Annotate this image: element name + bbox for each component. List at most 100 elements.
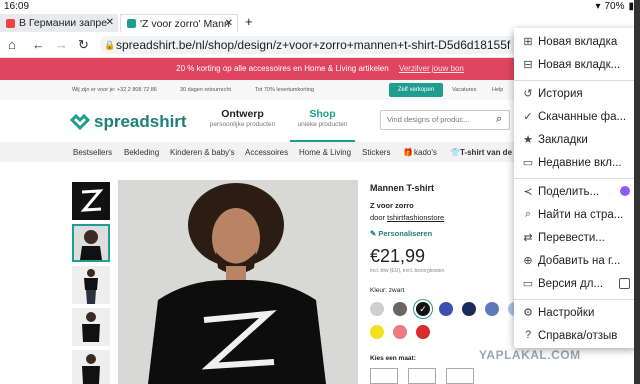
logo-icon — [70, 114, 90, 130]
menu-settings[interactable]: ⚙ Настройки — [514, 302, 636, 325]
cat-bestsellers[interactable]: Bestsellers — [73, 148, 112, 157]
menu-share[interactable]: ≺ Поделить... — [514, 181, 636, 204]
download-check-icon: ✓ — [523, 111, 533, 123]
cat-stickers[interactable]: Stickers — [362, 148, 390, 157]
nav-ontwerp-sub: persoonlijke producten — [209, 121, 276, 128]
home-icon[interactable]: ⌂ — [8, 37, 16, 52]
size-option[interactable] — [446, 368, 474, 384]
menu-history[interactable]: ↺ История — [514, 83, 636, 106]
product-main-image[interactable] — [118, 180, 358, 384]
size-option[interactable] — [408, 368, 436, 384]
checkbox[interactable] — [619, 278, 630, 289]
cat-bekleding[interactable]: Bekleding — [124, 148, 159, 157]
nav-shop[interactable]: Shop unieke producten — [290, 108, 355, 142]
color-swatch[interactable] — [439, 302, 453, 316]
menu-downloads[interactable]: ✓ Скачанные фа... — [514, 106, 636, 129]
menu-find-in-page[interactable]: ⌕ Найти на стра... — [514, 204, 636, 227]
system-edge — [634, 0, 640, 384]
reload-icon[interactable]: ↻ — [78, 37, 89, 53]
close-tab-icon[interactable]: ✕ — [106, 17, 114, 28]
tab-favicon — [6, 18, 15, 28]
thumb-back[interactable] — [72, 350, 110, 384]
lock-icon: 🔒 — [104, 40, 116, 50]
tab-title: 'Z voor zorro' Mann — [140, 17, 230, 30]
menu-label: Закладки — [538, 134, 588, 146]
tab-2[interactable]: 'Z voor zorro' Mann ✕ — [120, 14, 238, 32]
promo-link[interactable]: Verzilver jouw bon — [399, 64, 464, 73]
spreadshirt-logo[interactable]: spreadshirt — [70, 112, 187, 132]
nav-ontwerp[interactable]: Ontwerp persoonlijke producten — [205, 108, 280, 128]
cat-kados[interactable]: kado's — [414, 148, 437, 157]
model-with-z-shirt — [148, 183, 326, 384]
color-swatch[interactable] — [462, 302, 476, 316]
menu-desktop-site[interactable]: ▭ Версия дл... — [514, 273, 636, 296]
watermark: YAPLAKAL.COM — [479, 348, 581, 362]
thumb-side[interactable] — [72, 308, 110, 346]
star-icon: ★ — [523, 134, 533, 146]
thumb-design[interactable] — [72, 182, 110, 220]
color-swatch[interactable] — [393, 302, 407, 316]
info-phone: Wij zijn er voor je: +32 2 808 72 86 — [72, 87, 157, 93]
promo-text: 20 % korting op alle accessoires en Home… — [176, 64, 389, 73]
menu-label: Скачанные фа... — [538, 111, 627, 123]
design-name: Z voor zorro — [370, 201, 414, 210]
menu-new-incognito-tab[interactable]: ⊟ Новая вкладк... — [514, 54, 636, 77]
tab-1[interactable]: В Германии запре ✕ — [0, 14, 118, 32]
add-to-home-icon: ⊕ — [523, 255, 533, 267]
model-thumb — [82, 312, 100, 342]
info-returns: 30 dagen retourrecht — [180, 87, 232, 93]
menu-add-to-home[interactable]: ⊕ Добавить на г... — [514, 250, 636, 273]
menu-label: Недавние вкл... — [538, 157, 622, 169]
info-discount: Tot 70% levertumkorting — [255, 87, 314, 93]
color-swatch[interactable] — [416, 325, 430, 339]
settings-icon: ⚙ — [523, 307, 533, 319]
history-icon: ↺ — [523, 88, 533, 100]
color-swatch[interactable] — [393, 325, 407, 339]
cat-home-living[interactable]: Home & Living — [299, 148, 351, 157]
color-swatch[interactable] — [485, 302, 499, 316]
desktop-site-icon: ▭ — [522, 278, 534, 290]
menu-translate[interactable]: ⇄ Перевести... — [514, 227, 636, 250]
menu-label: Версия дл... — [538, 278, 604, 290]
model-thumb — [82, 354, 100, 384]
back-icon[interactable]: ← — [32, 37, 45, 52]
find-in-page-icon: ⌕ — [524, 208, 532, 220]
thumb-full[interactable] — [72, 266, 110, 304]
cat-accessoires[interactable]: Accessoires — [245, 148, 288, 157]
model-thumb — [84, 269, 98, 304]
forward-icon[interactable]: → — [55, 37, 68, 52]
close-tab-icon[interactable]: ✕ — [225, 18, 233, 29]
size-option[interactable] — [370, 368, 398, 384]
designer-line: door tshirtfashionstore — [370, 213, 444, 222]
help-icon: ? — [524, 329, 532, 341]
color-swatch[interactable] — [370, 302, 384, 316]
menu-label: Поделить... — [538, 186, 600, 198]
chrome-overflow-menu: ⊞ Новая вкладка ⊟ Новая вкладк... ↺ Исто… — [514, 28, 636, 348]
product-price: €21,99 — [370, 246, 426, 266]
nav-shop-title: Shop — [309, 108, 336, 120]
search-input[interactable]: Vind designs of produc... — [380, 110, 510, 130]
cat-kinderen[interactable]: Kinderen & baby's — [170, 148, 235, 157]
translate-icon: ⇄ — [523, 232, 533, 244]
zelf-verkopen-button[interactable]: Zelf verkopen — [389, 83, 443, 97]
model-thumb — [80, 230, 102, 260]
personalize-link[interactable]: ✎ Personaliseren — [370, 229, 432, 238]
color-swatch[interactable]: ✓ — [416, 302, 430, 316]
new-tab-button[interactable]: + — [245, 14, 253, 29]
url-field[interactable]: 🔒 spreadshirt.be/nl/shop/design/z+voor+z… — [100, 36, 520, 54]
menu-help-feedback[interactable]: ? Справка/отзыв — [514, 325, 636, 348]
help-link[interactable]: Help — [492, 87, 503, 93]
color-swatch[interactable] — [370, 325, 384, 339]
nav-shop-sub: unieke producten — [297, 121, 348, 128]
thumb-front[interactable] — [72, 224, 110, 262]
vacatures-link[interactable]: Vacatures — [452, 87, 476, 93]
status-time: 16:09 — [4, 1, 30, 12]
personalize-label: Personaliseren — [378, 229, 433, 238]
menu-new-tab[interactable]: ⊞ Новая вкладка — [514, 31, 636, 54]
cat-tshirt-week[interactable]: T-shirt van de w — [460, 148, 520, 157]
menu-recent-tabs[interactable]: ▭ Недавние вкл... — [514, 152, 636, 175]
menu-bookmarks[interactable]: ★ Закладки — [514, 129, 636, 152]
designer-link[interactable]: tshirtfashionstore — [387, 213, 444, 222]
search-icon[interactable]: ⌕ — [496, 113, 502, 126]
menu-label: Добавить на г... — [538, 255, 621, 267]
